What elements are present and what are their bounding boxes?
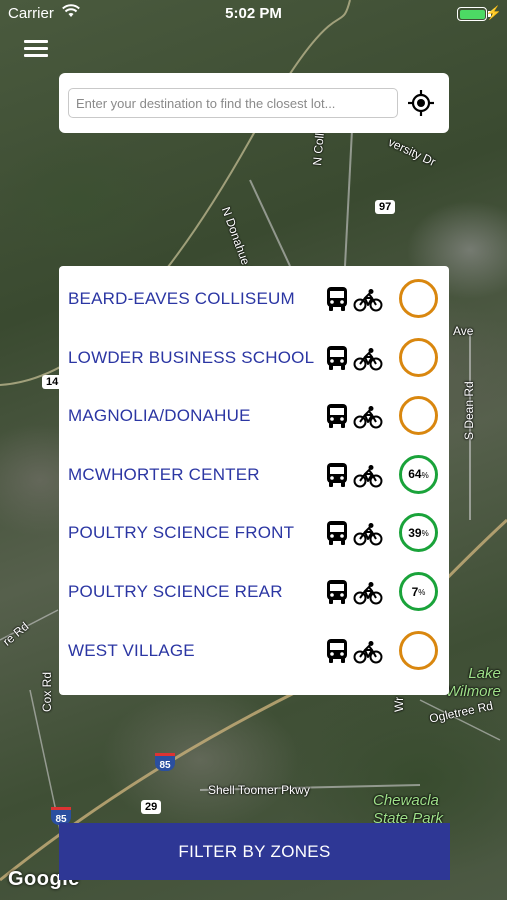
bus-icon	[327, 287, 347, 311]
map-label-lake-wilmore: Lake Wilmore	[446, 665, 501, 701]
lake-wilmore-text: Lake Wilmore	[446, 665, 501, 700]
bus-icon	[327, 521, 347, 546]
locate-me-icon[interactable]	[407, 89, 435, 117]
route-29-shield: 29	[141, 800, 162, 814]
lot-name[interactable]: BEARD-EAVES COLLISEUM	[68, 289, 295, 309]
interstate-85-shield-a: 85	[155, 753, 175, 771]
bus-icon	[327, 345, 347, 370]
map-label-ave: Ave	[453, 324, 474, 338]
menu-icon-bar-1	[24, 40, 48, 43]
lot-name[interactable]: MCWHORTER CENTER	[68, 465, 260, 485]
lot-name[interactable]: POULTRY SCIENCE FRONT	[68, 523, 294, 543]
bicycle-icon	[353, 406, 383, 429]
bus-icon	[327, 580, 347, 604]
bicycle-icon	[353, 582, 383, 605]
bicycle-icon	[353, 523, 383, 546]
availability-percent: %	[421, 529, 429, 539]
map-label-shell-toomer: Shell Toomer Pkwy	[208, 783, 310, 797]
bicycle-icon	[353, 289, 383, 312]
lot-row-1[interactable]: BEARD-EAVES COLLISEUM	[59, 271, 449, 330]
map-label-wr: Wr	[392, 696, 406, 712]
filter-by-zones-button[interactable]: FILTER BY ZONES	[59, 823, 450, 880]
chewacla-text: Chewacla State Park	[373, 792, 444, 827]
bicycle-icon	[353, 347, 383, 371]
menu-button[interactable]	[24, 40, 48, 58]
availability-indicator	[399, 337, 438, 377]
battery-icon	[457, 7, 487, 21]
availability-indicator: 7%	[399, 572, 438, 611]
search-card	[59, 73, 449, 133]
bus-icon	[327, 638, 347, 663]
lot-row-5[interactable]: POULTRY SCIENCE FRONT 39%	[59, 505, 449, 564]
lot-name[interactable]: WEST VILLAGE	[68, 641, 195, 661]
lot-row-4[interactable]: MCWHORTER CENTER 64%	[59, 447, 449, 506]
bus-icon	[327, 404, 347, 429]
availability-indicator: 64%	[399, 454, 438, 494]
map-label-dean-rd: S Dean Rd	[462, 381, 476, 440]
availability-value: 64	[408, 467, 422, 482]
bicycle-icon	[353, 640, 383, 664]
lot-row-7[interactable]: WEST VILLAGE	[59, 623, 449, 682]
status-time: 5:02 PM	[225, 5, 282, 22]
availability-indicator	[399, 279, 438, 318]
availability-value: 39	[408, 525, 422, 540]
availability-indicator	[399, 630, 438, 670]
map-label-cox-rd: Cox Rd	[40, 671, 54, 712]
lot-name[interactable]: MAGNOLIA/DONAHUE	[68, 406, 251, 426]
menu-icon-bar-2	[24, 47, 48, 50]
route-97-shield: 97	[375, 200, 396, 214]
lot-name[interactable]: POULTRY SCIENCE REAR	[68, 582, 283, 602]
availability-indicator	[399, 396, 438, 436]
bus-icon	[327, 462, 347, 487]
lot-name[interactable]: LOWDER BUSINESS SCHOOL	[68, 348, 314, 368]
lot-row-3[interactable]: MAGNOLIA/DONAHUE	[59, 388, 449, 447]
availability-value: 7	[411, 584, 419, 599]
lot-row-6[interactable]: POULTRY SCIENCE REAR 7%	[59, 564, 449, 623]
availability-percent: %	[418, 588, 426, 597]
lot-row-2[interactable]: LOWDER BUSINESS SCHOOL	[59, 330, 449, 389]
menu-icon-bar-3	[24, 54, 48, 57]
availability-indicator: 39%	[399, 513, 438, 553]
status-bar: Carrier 5:02 PM ⚡	[0, 0, 507, 28]
destination-search-input[interactable]	[68, 88, 398, 118]
availability-percent: %	[421, 470, 429, 480]
bicycle-icon	[353, 464, 383, 488]
parking-lot-list: BEARD-EAVES COLLISEUM LOWDER BUSINESS SC…	[59, 266, 449, 695]
battery-level	[459, 9, 485, 19]
charging-icon: ⚡	[485, 5, 502, 20]
